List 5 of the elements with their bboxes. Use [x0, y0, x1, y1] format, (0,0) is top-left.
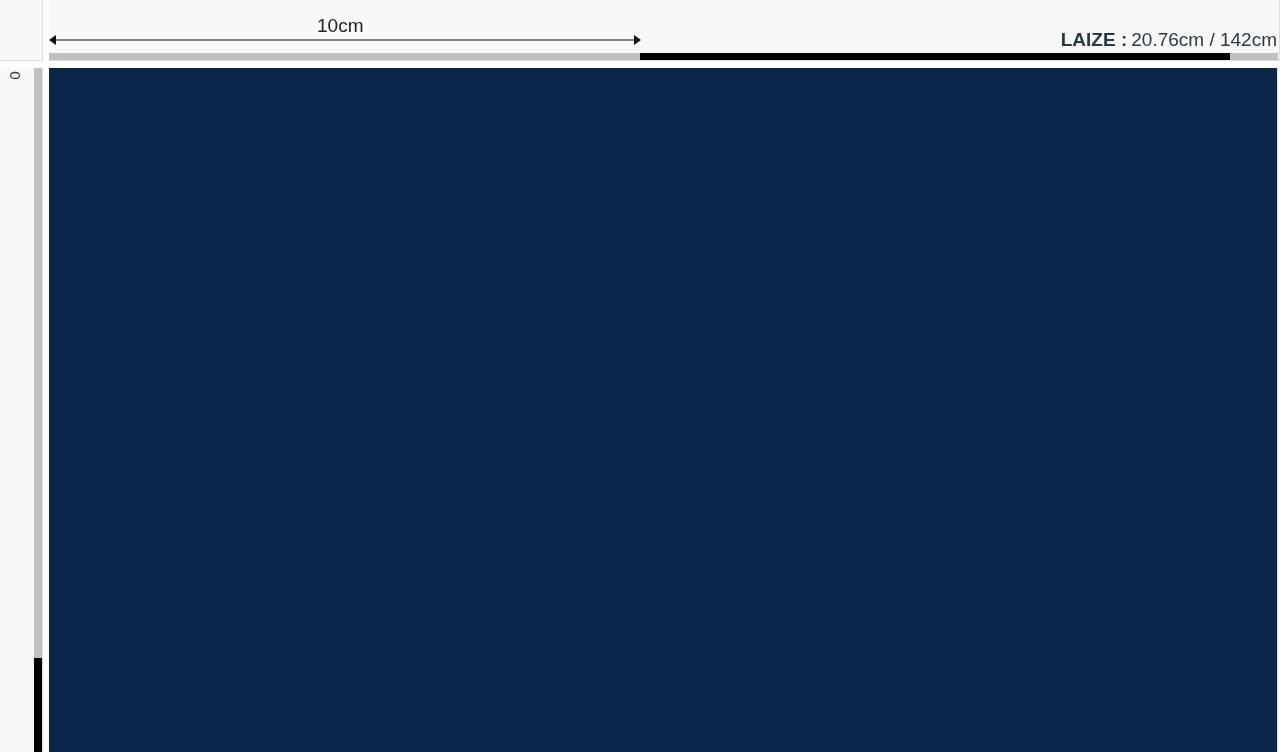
ruler-corner	[0, 0, 43, 61]
laize-value: 20.76cm / 142cm	[1131, 28, 1277, 52]
measure-label: 10cm	[317, 14, 364, 38]
ruler-label: 0	[7, 71, 23, 80]
laize-label: LAIZE :	[1060, 28, 1128, 52]
